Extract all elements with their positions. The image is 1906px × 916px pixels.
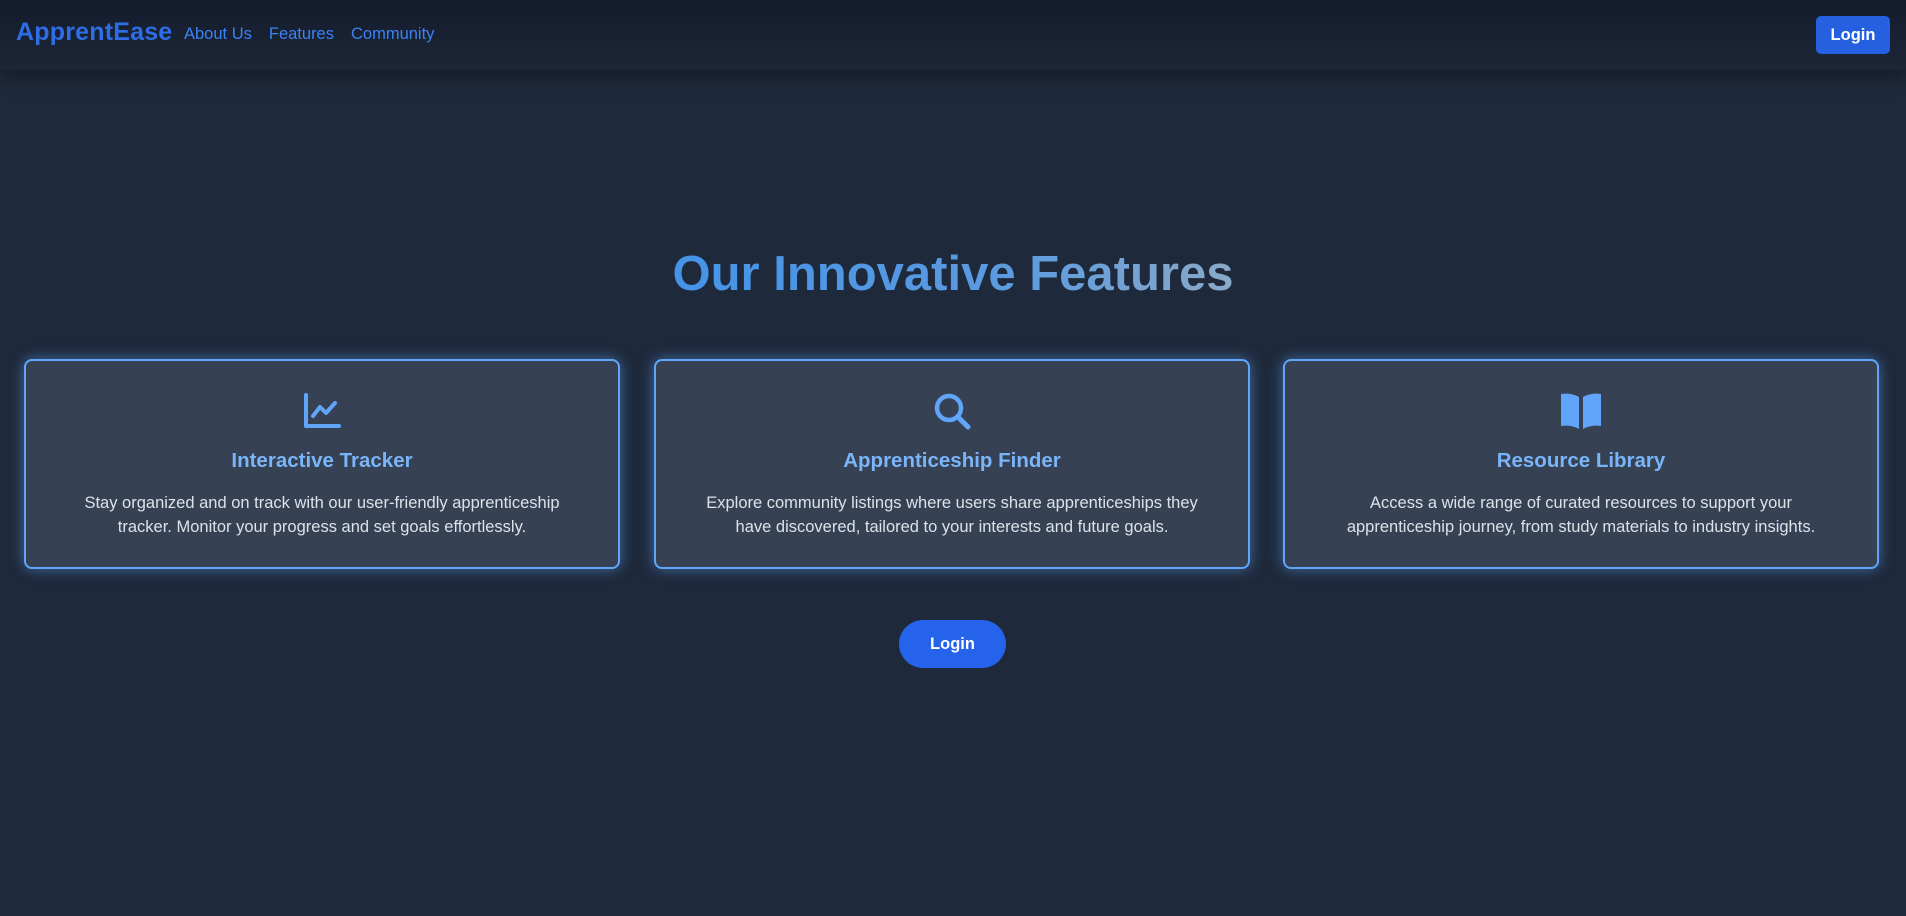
nav-link-features[interactable]: Features (269, 25, 334, 44)
feature-card-apprenticeship-finder: Apprenticeship Finder Explore community … (654, 359, 1250, 569)
feature-title: Interactive Tracker (231, 449, 413, 472)
book-open-icon (1285, 391, 1877, 431)
page-title: Our Innovative Features (0, 246, 1906, 302)
page-title-text: Our Innovative Features (672, 247, 1234, 301)
cta-login-button[interactable]: Login (899, 620, 1006, 668)
brand-logo[interactable]: ApprentEase (16, 18, 172, 47)
feature-description: Explore community listings where users s… (706, 494, 1198, 536)
feature-title: Resource Library (1496, 449, 1666, 472)
nav-link-community[interactable]: Community (351, 25, 434, 44)
feature-description: Access a wide range of curated resources… (1346, 494, 1816, 536)
feature-title: Apprenticeship Finder (843, 449, 1061, 472)
nav-link-about-us[interactable]: About Us (184, 25, 252, 44)
feature-description: Stay organized and on track with our use… (84, 494, 560, 536)
nav-links: About Us Features Community (184, 25, 434, 44)
chart-line-icon (26, 391, 618, 431)
nav-login-button[interactable]: Login (1816, 16, 1890, 54)
navbar: ApprentEase About Us Features Community … (0, 0, 1906, 70)
search-icon (656, 391, 1248, 431)
feature-card-interactive-tracker: Interactive Tracker Stay organized and o… (24, 359, 620, 569)
feature-card-resource-library: Resource Library Access a wide range of … (1283, 359, 1879, 569)
